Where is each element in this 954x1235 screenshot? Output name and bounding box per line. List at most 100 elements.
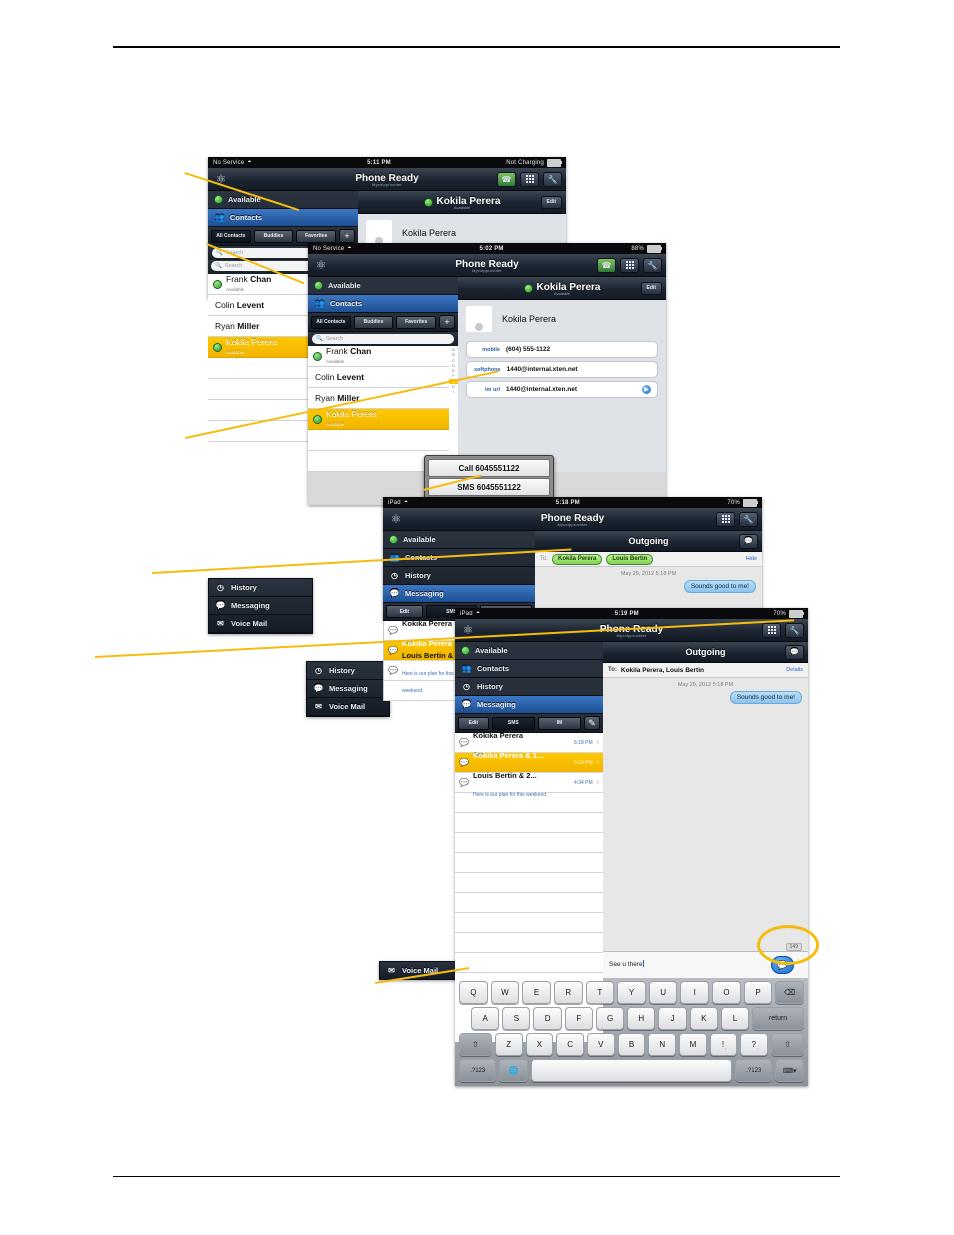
contact-field-im-url[interactable]: im url 1440@internal.xten.net ▶ [466,381,658,398]
list-item[interactable] [208,400,316,421]
key-question-period[interactable]: ?. [740,1033,769,1056]
tab-all-contacts[interactable]: All Contacts [311,315,351,329]
presence-selector[interactable]: Available [383,531,535,549]
keypad-icon[interactable] [716,511,735,527]
numbers-key-right[interactable]: .?123 [735,1059,773,1082]
new-message-icon[interactable]: ✎ [584,716,600,730]
return-key[interactable]: return [752,1007,804,1030]
tab-favorites[interactable]: Favorites [396,315,437,329]
list-item[interactable]: Ryan Miller [208,316,316,337]
key-m[interactable]: M [679,1033,707,1056]
key-u[interactable]: U [648,981,678,1004]
key-i[interactable]: I [680,981,710,1004]
list-item[interactable]: Colin Levent [208,295,316,316]
index-letter[interactable]: I [453,389,454,394]
contact-field-mobile[interactable]: mobile (604) 555-1122 [466,341,658,358]
sidebar-item-messaging[interactable]: 💬 Messaging [455,696,603,714]
tab-buddies[interactable]: Buddies [253,229,294,243]
key-y[interactable]: Y [617,981,646,1004]
key-a[interactable]: A [471,1007,500,1030]
key-l[interactable]: L [720,1007,750,1030]
sidebar-item-history[interactable]: ◷ History [383,567,535,585]
tab-buddies[interactable]: Buddies [353,315,394,329]
key-o[interactable]: O [712,981,741,1004]
sidebar-item-voicemail[interactable]: ✉ Voice Mail [307,698,389,716]
key-z[interactable]: Z [494,1033,523,1056]
key-e[interactable]: E [522,981,551,1004]
keypad-icon[interactable] [620,257,639,273]
details-link[interactable]: Details [786,667,803,673]
key-t[interactable]: T [585,981,615,1004]
shift-key-right[interactable]: ⇧ [771,1033,805,1056]
tab-favorites[interactable]: Favorites [296,229,337,243]
alphabet-index[interactable]: A B C D E F G H I [449,346,458,472]
list-item[interactable] [208,421,316,442]
sidebar-item-contacts[interactable]: 👥 Contacts [208,209,358,227]
list-item[interactable] [455,933,603,953]
sidebar-item-voicemail[interactable]: ✉ Voice Mail [209,615,312,633]
call-number-button[interactable]: Call 6045551122 [428,459,550,477]
presence-selector[interactable]: Available [455,642,603,660]
key-w[interactable]: W [490,981,520,1004]
list-item[interactable]: Kokila Perera Available [308,409,449,430]
call-icon[interactable]: ☎ [497,171,516,187]
new-message-icon[interactable]: 💬 [785,644,804,660]
sidebar-item-history[interactable]: ◷ History [455,678,603,696]
key-c[interactable]: C [556,1033,584,1056]
sidebar-item-messaging[interactable]: 💬 Messaging [209,597,312,615]
add-contact-button[interactable]: + [339,229,356,243]
message-input[interactable]: See u there [609,960,644,968]
call-icon[interactable]: ☎ [597,257,616,273]
presence-selector[interactable]: Available [308,277,458,295]
backspace-key[interactable]: ⌫ [775,981,805,1004]
key-k[interactable]: K [689,1007,718,1030]
tab-all-contacts[interactable]: All Contacts [211,229,251,243]
key-q[interactable]: Q [458,981,488,1004]
sidebar-item-contacts[interactable]: 👥 Contacts [308,295,458,313]
sidebar-item-history[interactable]: ◷ History [209,579,312,597]
list-item[interactable] [455,953,603,973]
recipient-chip[interactable]: Louis Bertin [606,553,654,565]
list-item[interactable] [455,873,603,893]
list-item[interactable] [455,833,603,853]
search-input[interactable]: 🔍 Search [312,334,454,344]
list-item[interactable]: Kokila Perera Available [208,337,316,358]
hide-link[interactable]: Hide [746,556,757,562]
wrench-icon[interactable]: 🔧 [543,171,562,187]
contact-field-softphone[interactable]: softphone 1440@internal.xten.net [466,361,658,378]
space-key[interactable] [530,1059,733,1082]
list-item[interactable] [455,913,603,933]
list-item[interactable]: Frank ChanAvailable [208,274,316,295]
list-item[interactable]: Frank ChanAvailable [308,346,449,367]
key-j[interactable]: J [658,1007,687,1030]
wrench-icon[interactable]: 🔧 [643,257,662,273]
key-b[interactable]: B [617,1033,646,1056]
sidebar-item-messaging[interactable]: 💬 Messaging [383,585,535,603]
key-r[interactable]: R [553,981,583,1004]
list-item[interactable]: 💬 Louis Bertin & Here is our plan for this… [384,651,466,694]
sidebar-item-history[interactable]: ◷ History [307,662,389,680]
list-item[interactable] [455,893,603,913]
wrench-icon[interactable]: 🔧 [739,511,758,527]
shift-key-left[interactable]: ⇧ [459,1033,492,1056]
key-f[interactable]: F [564,1007,593,1030]
key-d[interactable]: D [533,1007,562,1030]
edit-button[interactable]: Edit [386,605,423,618]
key-s[interactable]: S [502,1007,531,1030]
sms-number-button[interactable]: SMS 6045551122 [428,478,550,496]
wrench-icon[interactable]: 🔧 [785,622,804,638]
globe-icon[interactable]: 🌐 [499,1059,528,1082]
key-n[interactable]: N [648,1033,677,1056]
recipient-chip[interactable]: Kokila Perera [552,553,603,565]
key-exclamation-comma[interactable]: !, [709,1033,738,1056]
sidebar-item-contacts[interactable]: 👥 Contacts [455,660,603,678]
list-item[interactable] [455,853,603,873]
chevron-right-icon[interactable]: ▶ [642,385,651,394]
sidebar-item-messaging[interactable]: 💬 Messaging [307,680,389,698]
list-item[interactable] [208,379,316,400]
list-item[interactable]: 💬 Louis Bertin & 2... Here is our plan fo… [455,772,603,797]
keypad-icon[interactable] [762,622,781,638]
dismiss-keyboard-icon[interactable]: ⌨▾ [775,1059,804,1082]
list-item[interactable] [208,358,316,379]
list-item[interactable] [455,813,603,833]
